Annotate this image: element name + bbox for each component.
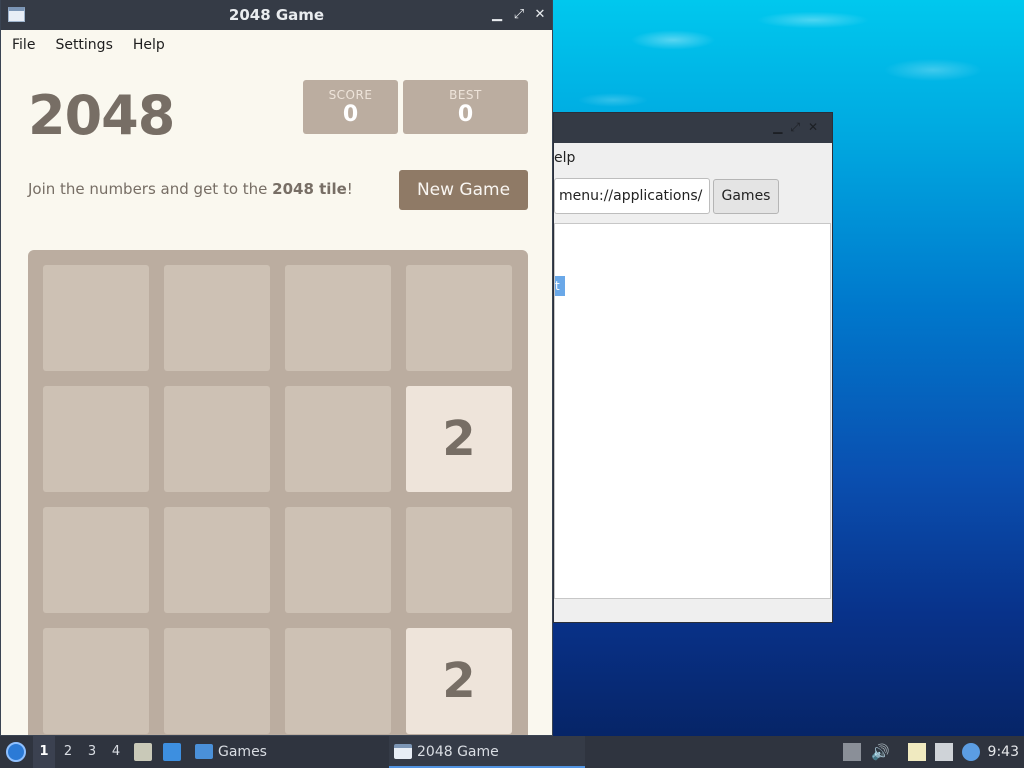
workspace-1[interactable]: 1 <box>33 736 55 768</box>
board-cell <box>406 507 512 613</box>
game-titlebar[interactable]: 2048 Game ▁ ⤢ ✕ <box>1 0 552 30</box>
folder-icon <box>195 744 213 759</box>
desktop-icon[interactable] <box>163 743 181 761</box>
window-icon <box>394 744 412 759</box>
best-label: BEST <box>449 88 482 102</box>
file-cabinet-icon[interactable] <box>134 743 152 761</box>
menu-help-fragment[interactable]: elp <box>554 150 575 166</box>
best-value: 0 <box>457 102 474 127</box>
intro-bold: 2048 tile <box>272 180 347 198</box>
games-button[interactable]: Games <box>713 179 779 214</box>
file-manager-titlebar[interactable]: ▁⤢✕ <box>554 113 832 143</box>
notification-icon[interactable] <box>962 743 980 761</box>
clipboard-icon[interactable] <box>908 743 926 761</box>
score-box: SCORE 0 <box>303 80 398 134</box>
file-manager-window[interactable]: ▁⤢✕ elp menu://applications/ Games t <box>553 112 833 623</box>
maximize-icon[interactable]: ⤢ <box>510 6 528 24</box>
clock[interactable]: 9:43 <box>988 736 1019 768</box>
game-board[interactable]: 22 <box>28 250 528 735</box>
menu-file[interactable]: File <box>1 37 45 53</box>
board-cell <box>406 265 512 371</box>
board-cell <box>43 386 149 492</box>
board-cell <box>43 265 149 371</box>
board-cell <box>285 507 391 613</box>
board-cell <box>43 628 149 734</box>
menubar: File Settings Help <box>1 30 552 60</box>
window-controls-icon[interactable]: ▁⤢✕ <box>773 120 826 135</box>
volume-icon[interactable]: 🔊 <box>871 743 890 761</box>
menu-settings[interactable]: Settings <box>45 37 122 53</box>
board-cell <box>285 265 391 371</box>
board-cell <box>164 386 270 492</box>
file-list-area[interactable]: t <box>554 223 831 599</box>
board-cell <box>164 265 270 371</box>
tile-2: 2 <box>406 386 512 492</box>
game-title: 2048 <box>28 84 175 147</box>
game-window[interactable]: 2048 Game ▁ ⤢ ✕ File Settings Help 2048 … <box>0 0 553 736</box>
new-game-button[interactable]: New Game <box>399 170 528 210</box>
board-cell <box>43 507 149 613</box>
eject-icon[interactable] <box>843 743 861 761</box>
board-cell <box>164 628 270 734</box>
start-menu-icon[interactable] <box>6 742 26 762</box>
file-manager-toolbar: menu://applications/ Games <box>554 173 832 223</box>
menu-help[interactable]: Help <box>123 37 175 53</box>
tile-2: 2 <box>406 628 512 734</box>
intro-text: Join the numbers and get to the 2048 til… <box>28 180 353 198</box>
close-icon[interactable]: ✕ <box>531 6 549 24</box>
location-input[interactable]: menu://applications/ <box>554 178 710 214</box>
task-games[interactable]: Games <box>190 736 370 768</box>
score-value: 0 <box>342 102 359 127</box>
best-box: BEST 0 <box>403 80 528 134</box>
task-2048-game[interactable]: 2048 Game <box>389 736 585 768</box>
file-manager-menubar[interactable]: elp <box>554 143 832 173</box>
workspace-2[interactable]: 2 <box>57 736 79 768</box>
board-cell <box>285 628 391 734</box>
taskbar: 1 2 3 4 Games 2048 Game 🔊 9:43 <box>0 736 1024 768</box>
window-title: 2048 Game <box>228 6 325 24</box>
network-icon[interactable] <box>935 743 953 761</box>
workspace-4[interactable]: 4 <box>105 736 127 768</box>
workspace-3[interactable]: 3 <box>81 736 103 768</box>
score-label: SCORE <box>328 88 373 102</box>
selected-item[interactable]: t <box>555 276 565 296</box>
board-cell <box>285 386 391 492</box>
minimize-icon[interactable]: ▁ <box>488 6 506 24</box>
board-cell <box>164 507 270 613</box>
